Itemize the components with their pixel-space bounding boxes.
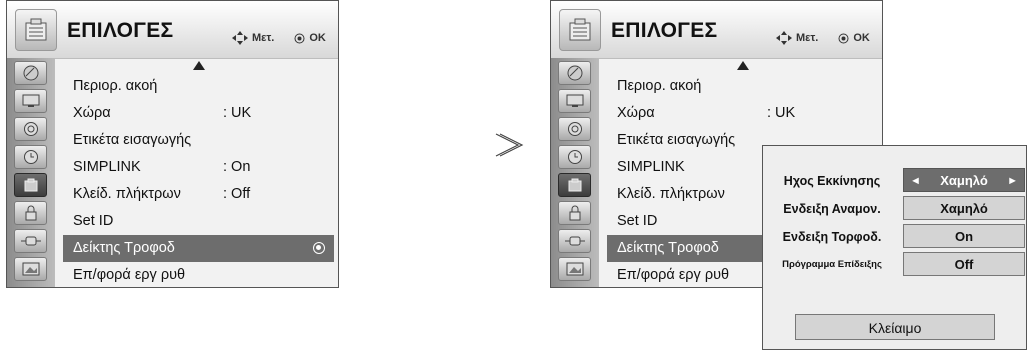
satellite-dish-icon[interactable]: [14, 61, 47, 85]
selected-radio-icon: [313, 242, 325, 254]
list-item-country[interactable]: Χώρα: UK: [607, 100, 878, 127]
options-category-icon[interactable]: [14, 173, 47, 197]
speaker-icon[interactable]: [14, 117, 47, 141]
options-icon: [15, 9, 57, 51]
list-item-input-label[interactable]: Ετικέτα εισαγωγής: [63, 127, 334, 154]
menu-title: ΕΠΙΛΟΓΕΣ: [611, 19, 718, 42]
list-item-simplink[interactable]: SIMPLINK: On: [63, 154, 334, 181]
hint-ok-label: OK: [853, 32, 870, 44]
power-light-value[interactable]: On: [903, 224, 1025, 248]
startup-sound-label: Ηχος Εκκίνησης: [783, 174, 881, 188]
hint-move-label: Μετ.: [252, 32, 275, 44]
hint-ok-label: OK: [309, 32, 326, 44]
lock-icon[interactable]: [558, 201, 591, 225]
move-arrows-icon: [232, 31, 248, 45]
list-item-hearing[interactable]: Περιορ. ακοή: [607, 73, 878, 100]
menu-header: ΕΠΙΛΟΓΕΣ Μετ. OK: [551, 1, 882, 59]
menu-hints: Μετ. OK: [232, 31, 326, 45]
photo-icon[interactable]: [14, 257, 47, 281]
menu-title: ΕΠΙΛΟΓΕΣ: [67, 19, 174, 42]
options-icon: [559, 9, 601, 51]
options-menu-left: ΕΠΙΛΟΓΕΣ Μετ. OK Περιορ. ακοή Χώρα: UK Ε…: [6, 0, 339, 288]
category-sidebar: [551, 58, 599, 287]
input-plug-icon[interactable]: [14, 229, 47, 253]
category-sidebar: [7, 58, 55, 287]
popup-row-power-light: Ενδειξη Τορφοδ. On: [763, 224, 1026, 250]
photo-icon[interactable]: [558, 257, 591, 281]
tv-screen-icon[interactable]: [14, 89, 47, 113]
lock-icon[interactable]: [14, 201, 47, 225]
satellite-dish-icon[interactable]: [558, 61, 591, 85]
clock-icon[interactable]: [14, 145, 47, 169]
close-button[interactable]: Κλείαιμο: [795, 314, 995, 340]
list-item-country[interactable]: Χώρα: UK: [63, 100, 334, 127]
transition-arrow-icon: [495, 133, 524, 157]
list-item-hearing[interactable]: Περιορ. ακοή: [63, 73, 334, 100]
popup-row-standby-light: Ενδειξη Αναμον. Χαμηλό: [763, 196, 1026, 222]
list-item-set-id[interactable]: Set ID: [63, 208, 334, 235]
startup-sound-selector[interactable]: ◄ Χαμηλό ►: [903, 168, 1025, 192]
scroll-up-arrow-icon[interactable]: [193, 61, 205, 70]
speaker-icon[interactable]: [558, 117, 591, 141]
power-light-label: Ενδειξη Τορφοδ.: [782, 230, 882, 244]
demo-program-label: Πρόγραμμα Επίδειξης: [782, 259, 882, 270]
standby-light-value[interactable]: Χαμηλό: [903, 196, 1025, 220]
move-arrows-icon: [776, 31, 792, 45]
ok-button-icon: [294, 33, 305, 43]
power-indicator-popup: Ηχος Εκκίνησης ◄ Χαμηλό ► Ενδειξη Αναμον…: [762, 145, 1027, 350]
ok-button-icon: [838, 33, 849, 43]
list-item-factory-reset[interactable]: Επ/φορά εργ ρυθ: [63, 262, 334, 289]
list-item-key-lock[interactable]: Κλείδ. πλήκτρων: Off: [63, 181, 334, 208]
standby-light-label: Ενδειξη Αναμον.: [783, 202, 881, 216]
popup-row-startup-sound: Ηχος Εκκίνησης ◄ Χαμηλό ►: [763, 168, 1026, 194]
popup-row-demo-program: Πρόγραμμα Επίδειξης Off: [763, 252, 1026, 278]
scroll-up-arrow-icon[interactable]: [737, 61, 749, 70]
demo-program-value[interactable]: Off: [903, 252, 1025, 276]
left-arrow-icon[interactable]: ◄: [910, 169, 921, 193]
clock-icon[interactable]: [558, 145, 591, 169]
hint-move-label: Μετ.: [796, 32, 819, 44]
list-item-power-indicator[interactable]: Δείκτης Τροφοδ: [63, 235, 334, 262]
right-arrow-icon[interactable]: ►: [1007, 169, 1018, 193]
menu-header: ΕΠΙΛΟΓΕΣ Μετ. OK: [7, 1, 338, 59]
input-plug-icon[interactable]: [558, 229, 591, 253]
tv-screen-icon[interactable]: [558, 89, 591, 113]
menu-hints: Μετ. OK: [776, 31, 870, 45]
options-category-icon[interactable]: [558, 173, 591, 197]
